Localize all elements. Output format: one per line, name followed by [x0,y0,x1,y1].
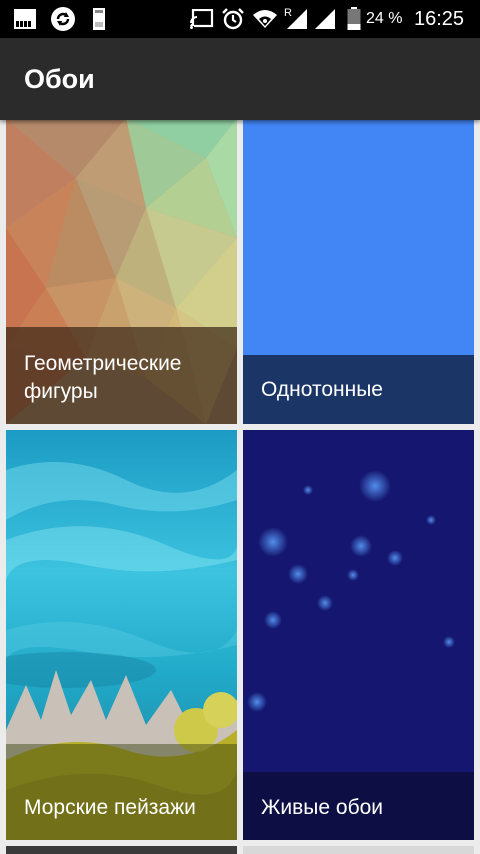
tile-next-partial[interactable] [6,846,237,854]
clock: 16:25 [414,8,465,30]
alarm-icon [221,0,245,38]
page-title: Обои [24,64,95,94]
status-bar: R 24 % 16:25 [0,0,480,38]
wifi-icon [252,0,278,38]
cell-signal-icon [286,0,308,38]
sd-card-icon [88,0,110,38]
signal-bars-icon [12,0,40,38]
cast-icon [189,0,215,38]
tile-label: Живые обои [261,796,384,819]
tile-seascape[interactable]: Морские пейзажи [6,430,237,840]
tile-label-box: Живые обои [243,772,474,840]
tile-live-wallpaper[interactable]: Живые обои [243,430,474,840]
app-bar: Обои [0,38,480,120]
tile-label: Однотонные [261,378,383,401]
sync-icon [48,0,78,38]
tile-label: Геометрические фигуры [24,352,182,403]
cell-signal-2-icon [314,0,336,38]
battery-percent: 24 % [366,10,403,27]
tile-next-partial[interactable] [243,846,474,854]
battery-icon [346,0,362,38]
tile-label-box: Морские пейзажи [6,744,237,840]
tile-label-box: Однотонные [243,355,474,424]
tile-label: Морские пейзажи [24,796,196,819]
tile-solid-colors[interactable]: Однотонные [243,118,474,424]
tile-geometric[interactable]: Геометрические фигуры [6,118,237,424]
tile-label-box: Геометрические фигуры [6,327,237,424]
